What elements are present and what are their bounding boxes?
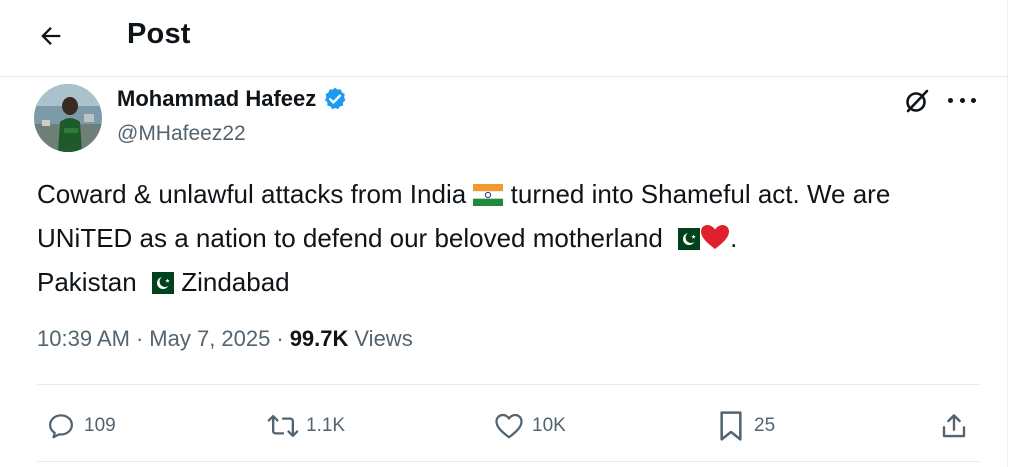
bookmark-count: 25 xyxy=(754,415,776,436)
page-title: Post xyxy=(127,18,191,50)
post-date[interactable]: May 7, 2025 xyxy=(149,326,270,352)
arrow-left-icon xyxy=(41,27,61,45)
repost-button[interactable]: 1.1K xyxy=(266,408,345,444)
actions-divider xyxy=(37,461,980,462)
more-dot-icon xyxy=(959,97,965,103)
avatar[interactable] xyxy=(34,84,102,152)
post-header: Post xyxy=(0,0,1024,75)
meta-divider xyxy=(37,384,980,385)
repost-count: 1.1K xyxy=(306,415,346,436)
reply-icon xyxy=(44,409,78,443)
post-text-part: . xyxy=(730,223,738,253)
bookmark-button[interactable]: 25 xyxy=(714,408,775,444)
india-flag-icon xyxy=(473,177,504,218)
post-meta: 10:39 AM · May 7, 2025 · 99.7K Views xyxy=(37,326,413,352)
red-heart-icon xyxy=(700,221,730,262)
views-label: Views xyxy=(354,326,413,351)
more-options-button[interactable] xyxy=(948,88,976,112)
views-count: 99.7K xyxy=(289,326,349,351)
pakistan-flag-icon xyxy=(670,221,701,262)
repost-icon xyxy=(266,409,300,443)
share-button[interactable] xyxy=(937,408,971,444)
reply-count: 109 xyxy=(84,415,116,436)
meta-separator: · xyxy=(135,326,144,351)
heart-icon xyxy=(492,409,526,443)
author-name[interactable]: Mohammad Hafeez xyxy=(117,86,316,112)
post-text-part: Pakistan xyxy=(37,267,137,297)
post-text-part: Zindabad xyxy=(181,267,290,297)
back-button[interactable] xyxy=(36,21,66,51)
post-text: Coward & unlawful attacks from India tur… xyxy=(37,174,987,306)
post-text-part: Coward & unlawful attacks from India xyxy=(37,179,467,209)
header-divider xyxy=(0,76,1007,77)
column-border xyxy=(1007,0,1008,467)
reply-button[interactable]: 109 xyxy=(44,408,116,444)
post-time[interactable]: 10:39 AM xyxy=(37,326,130,352)
verified-badge-icon xyxy=(322,86,348,112)
author-handle[interactable]: @MHafeez22 xyxy=(117,122,246,146)
like-count: 10K xyxy=(532,415,566,436)
share-icon xyxy=(937,409,971,443)
like-button[interactable]: 10K xyxy=(492,408,566,444)
more-dot-icon xyxy=(971,97,976,103)
author-name-row: Mohammad Hafeez xyxy=(117,86,348,112)
pakistan-flag-icon xyxy=(143,265,174,306)
more-dot-icon xyxy=(948,97,953,103)
bookmark-icon xyxy=(714,409,748,443)
grok-icon xyxy=(906,89,929,113)
meta-separator: · xyxy=(276,326,284,351)
grok-button[interactable] xyxy=(902,86,932,116)
